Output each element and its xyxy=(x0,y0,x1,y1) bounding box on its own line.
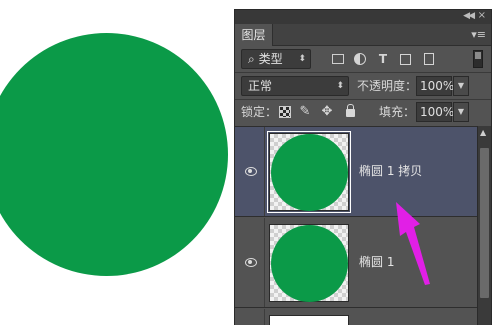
green-ellipse-shape[interactable] xyxy=(0,33,228,276)
fill-label: 填充： xyxy=(379,105,416,119)
layer-row[interactable]: 椭圆 1 xyxy=(235,218,478,308)
adjustment-layer-filter-icon[interactable] xyxy=(354,53,366,65)
opacity-input[interactable]: 100% xyxy=(416,76,454,96)
blend-mode-dropdown[interactable]: 正常 ⬍ xyxy=(241,76,349,96)
layer-name[interactable]: 椭圆 1 xyxy=(359,254,394,270)
lock-transparent-pixels-icon[interactable] xyxy=(279,106,291,118)
lock-all-icon[interactable] xyxy=(346,104,355,117)
lock-image-pixels-icon[interactable]: ✎ xyxy=(299,105,311,118)
chevron-updown-icon: ⬍ xyxy=(298,54,306,64)
filter-toggle-switch[interactable] xyxy=(473,50,483,68)
layer-thumbnail[interactable] xyxy=(269,224,349,302)
smart-object-filter-icon[interactable] xyxy=(424,53,434,65)
shape-layer-filter-icon[interactable] xyxy=(400,54,411,65)
layer-name[interactable]: 椭圆 1 拷贝 xyxy=(359,163,422,179)
layer-thumbnail[interactable] xyxy=(267,131,351,213)
tab-layers[interactable]: 图层 xyxy=(235,24,273,46)
fill-input[interactable]: 100% xyxy=(416,102,454,122)
layers-list: 椭圆 1 拷贝 椭圆 1 xyxy=(235,126,478,325)
opacity-dropdown-button[interactable]: ▼ xyxy=(453,76,469,96)
thumbnail-circle xyxy=(271,134,348,211)
visibility-column xyxy=(235,127,265,216)
scroll-up-arrow-icon[interactable]: ▲ xyxy=(480,128,486,137)
lock-label: 锁定： xyxy=(241,105,278,119)
document-canvas[interactable] xyxy=(0,0,234,325)
panel-menu-icon[interactable]: ▾≡ xyxy=(471,28,486,41)
blend-mode-value: 正常 xyxy=(248,79,273,93)
collapse-icon[interactable]: ◀◀ xyxy=(463,11,475,21)
eye-icon[interactable] xyxy=(245,258,257,267)
thumbnail-circle xyxy=(271,225,348,302)
opacity-label: 不透明度： xyxy=(357,79,418,93)
lock-position-icon[interactable]: ✥ xyxy=(321,105,333,118)
chevron-updown-icon: ⬍ xyxy=(336,81,344,91)
layers-panel: ◀◀ × 图层 ▾≡ ⌕ 类型 ⬍ T 正常 ⬍ 不透明度： 100% ▼ 锁定… xyxy=(234,9,492,325)
visibility-column xyxy=(235,218,265,307)
pixel-layer-filter-icon[interactable] xyxy=(332,54,344,64)
layer-row[interactable]: 椭圆 1 拷贝 xyxy=(235,127,478,217)
fill-dropdown-button[interactable]: ▼ xyxy=(453,102,469,122)
type-layer-filter-icon[interactable]: T xyxy=(376,52,390,66)
lock-fill-row: 锁定： ✎ ✥ 填充： 100% ▼ xyxy=(235,100,491,124)
layer-filter-row: ⌕ 类型 ⬍ T xyxy=(235,46,491,72)
panel-title-bar: ◀◀ × xyxy=(235,10,491,24)
filter-type-label: 类型 xyxy=(258,52,283,66)
layers-scrollbar[interactable]: ▲ xyxy=(477,126,491,325)
layer-thumbnail[interactable] xyxy=(269,315,349,325)
layer-row[interactable] xyxy=(235,309,478,325)
visibility-column xyxy=(235,309,265,325)
filter-type-dropdown[interactable]: ⌕ 类型 ⬍ xyxy=(241,49,311,69)
panel-tab-bar: 图层 ▾≡ xyxy=(235,24,491,46)
search-icon: ⌕ xyxy=(248,52,255,66)
eye-icon[interactable] xyxy=(245,167,257,176)
scroll-thumb[interactable] xyxy=(480,148,489,298)
blend-opacity-row: 正常 ⬍ 不透明度： 100% ▼ xyxy=(235,73,491,99)
close-icon[interactable]: × xyxy=(478,10,486,21)
